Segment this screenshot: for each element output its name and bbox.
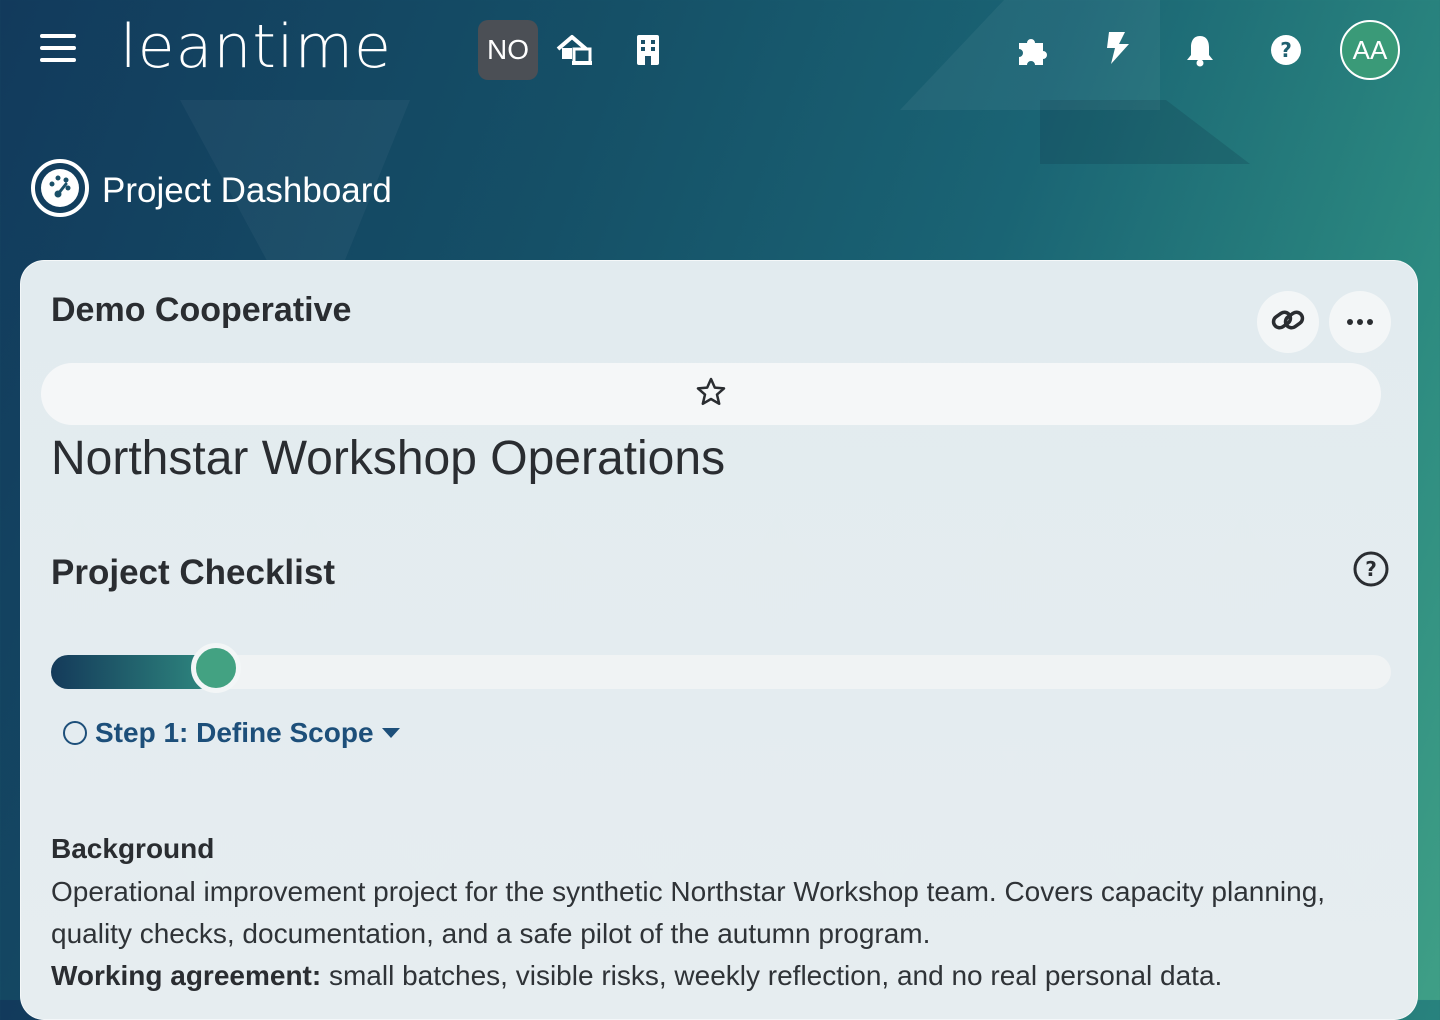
project-badge[interactable]: NO <box>478 20 538 80</box>
help-icon[interactable]: ? <box>1266 30 1306 70</box>
home-office-icon[interactable] <box>555 30 595 70</box>
background-heading: Background <box>51 833 215 864</box>
building-icon[interactable] <box>628 30 668 70</box>
top-navigation-bar: leantime NO ? AA <box>0 0 1440 100</box>
project-description: Operational improvement project for the … <box>51 871 1371 997</box>
current-step-dropdown[interactable]: Step 1: Define Scope <box>63 717 400 749</box>
page-title-area: Project Dashboard <box>30 158 392 223</box>
client-name: Demo Cooperative <box>51 291 352 329</box>
lightning-icon[interactable] <box>1097 28 1137 68</box>
copy-link-button[interactable] <box>1257 291 1319 353</box>
description-text: Operational improvement project for the … <box>51 876 1326 949</box>
checklist-progress-bar <box>51 643 1391 693</box>
caret-down-icon <box>381 728 400 738</box>
svg-text:?: ? <box>1280 38 1292 62</box>
menu-icon[interactable] <box>40 34 76 66</box>
more-options-button[interactable] <box>1329 291 1391 353</box>
help-circle-icon[interactable]: ? <box>1353 551 1389 587</box>
page-title: Project Dashboard <box>102 170 392 210</box>
current-step-label: Step 1: Define Scope <box>95 717 374 748</box>
project-card: Demo Cooperative Northstar Workshop Oper… <box>20 260 1418 1020</box>
app-logo[interactable]: leantime <box>120 12 392 82</box>
dashboard-gauge-icon <box>30 158 90 223</box>
puzzle-icon[interactable] <box>1012 30 1052 70</box>
working-agreement-label: Working agreement: <box>51 960 322 991</box>
favorite-project-bar[interactable] <box>41 363 1381 425</box>
link-icon <box>1270 306 1306 339</box>
step-status-circle-icon <box>63 721 87 745</box>
progress-step-handle[interactable] <box>190 643 241 693</box>
star-icon[interactable] <box>695 376 727 413</box>
working-agreement-text: small batches, visible risks, weekly ref… <box>321 960 1223 991</box>
bell-icon[interactable] <box>1180 30 1220 70</box>
svg-text:?: ? <box>1365 557 1377 581</box>
project-name: Northstar Workshop Operations <box>51 432 726 485</box>
user-avatar[interactable]: AA <box>1340 20 1400 80</box>
ellipsis-icon <box>1346 313 1374 331</box>
checklist-title: Project Checklist <box>51 553 335 592</box>
